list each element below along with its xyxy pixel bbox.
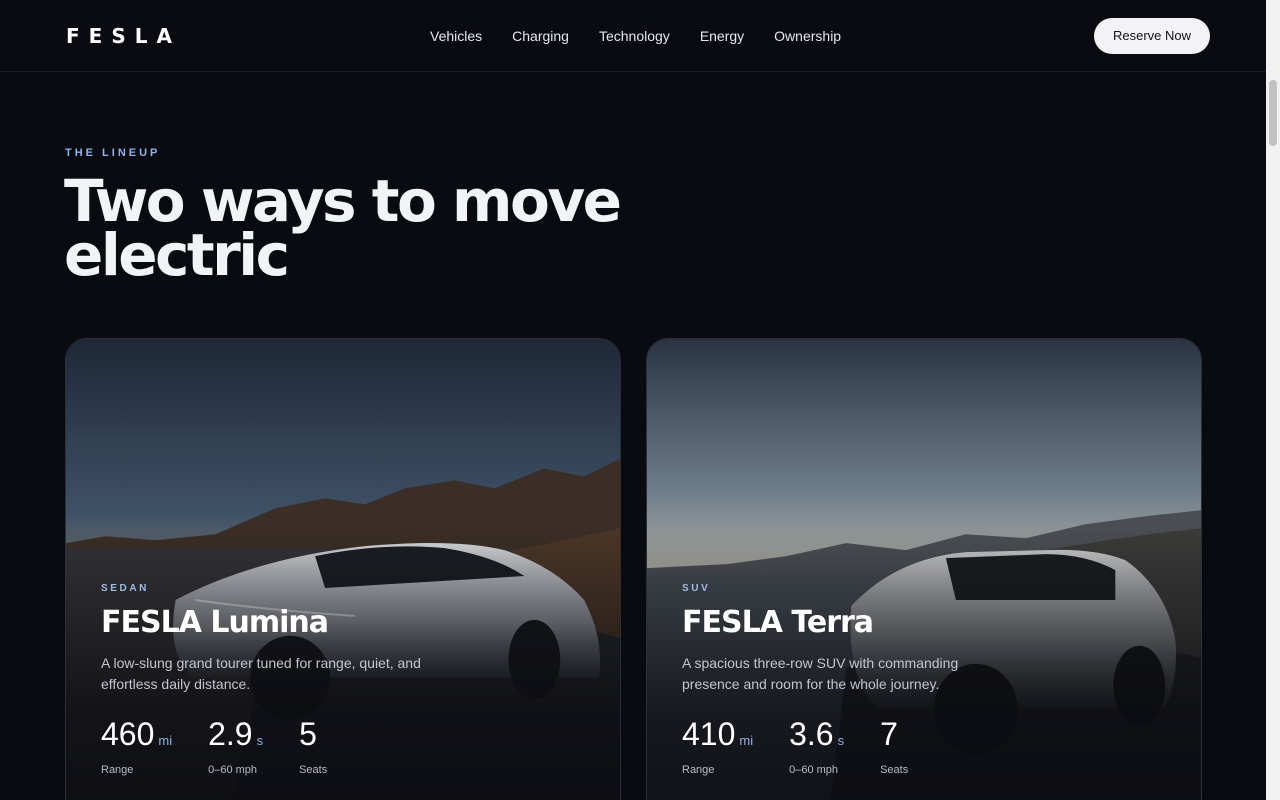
- stat-range: 460 mi Range: [101, 717, 172, 776]
- stat-value: 7: [880, 716, 898, 752]
- stat-seats: 5 Seats: [299, 717, 327, 776]
- site-header: FESLA Vehicles Charging Technology Energ…: [0, 0, 1266, 72]
- reserve-now-button[interactable]: Reserve Now: [1094, 18, 1210, 54]
- stat-acceleration: 2.9 s 0–60 mph: [208, 717, 263, 776]
- vehicle-description: A spacious three-row SUV with commanding…: [682, 655, 959, 692]
- stat-value: 5: [299, 716, 317, 752]
- stat-unit: mi: [158, 733, 173, 748]
- page-scrollbar[interactable]: [1266, 0, 1280, 800]
- stat-acceleration: 3.6 s 0–60 mph: [789, 717, 844, 776]
- nav-link-vehicles[interactable]: Vehicles: [430, 27, 482, 45]
- vehicle-stats: 410 mi Range 3.6 s 0–60 mph 7 Seats: [682, 717, 1162, 776]
- stat-range: 410 mi Range: [682, 717, 753, 776]
- stat-label: Range: [682, 764, 715, 776]
- nav-link-charging[interactable]: Charging: [512, 27, 569, 45]
- stat-label: 0–60 mph: [789, 764, 839, 776]
- stat-label: Range: [101, 764, 134, 776]
- vehicle-type-tag: SUV: [682, 583, 711, 594]
- stat-label: 0–60 mph: [208, 764, 258, 776]
- scrollbar-thumb[interactable]: [1269, 80, 1277, 146]
- stat-value: 460: [101, 716, 155, 752]
- stat-value: 2.9: [208, 716, 253, 752]
- main-nav: Vehicles Charging Technology Energy Owne…: [430, 27, 841, 45]
- stat-value: 410: [682, 716, 736, 752]
- stat-unit: s: [837, 733, 845, 748]
- vehicle-type-tag: SEDAN: [101, 583, 150, 594]
- stat-label: Seats: [880, 764, 909, 776]
- stat-unit: mi: [739, 733, 754, 748]
- vehicle-description: A low-slung grand tourer tuned for range…: [101, 655, 421, 692]
- stat-value: 3.6: [789, 716, 834, 752]
- section-title: Two ways to move electric: [64, 167, 622, 289]
- nav-link-technology[interactable]: Technology: [599, 27, 670, 45]
- vehicle-card-terra[interactable]: SUV FESLA Terra A spacious three-row SUV…: [646, 338, 1202, 800]
- fesla-logo[interactable]: FESLA: [66, 24, 181, 48]
- stat-label: Seats: [299, 764, 328, 776]
- vehicle-stats: 460 mi Range 2.9 s 0–60 mph 5 Seats: [101, 717, 581, 776]
- vehicle-card-lumina[interactable]: SEDAN FESLA Lumina A low-slung grand tou…: [65, 338, 621, 800]
- card-content: SEDAN FESLA Lumina A low-slung grand tou…: [101, 583, 581, 800]
- stat-unit: s: [256, 733, 264, 748]
- nav-link-energy[interactable]: Energy: [700, 27, 744, 45]
- section-eyebrow: THE LINEUP: [65, 147, 161, 159]
- vehicle-name: FESLA Lumina: [101, 605, 329, 640]
- card-content: SUV FESLA Terra A spacious three-row SUV…: [682, 583, 1162, 800]
- stat-seats: 7 Seats: [880, 717, 908, 776]
- nav-link-ownership[interactable]: Ownership: [774, 27, 841, 45]
- vehicle-name: FESLA Terra: [682, 605, 874, 640]
